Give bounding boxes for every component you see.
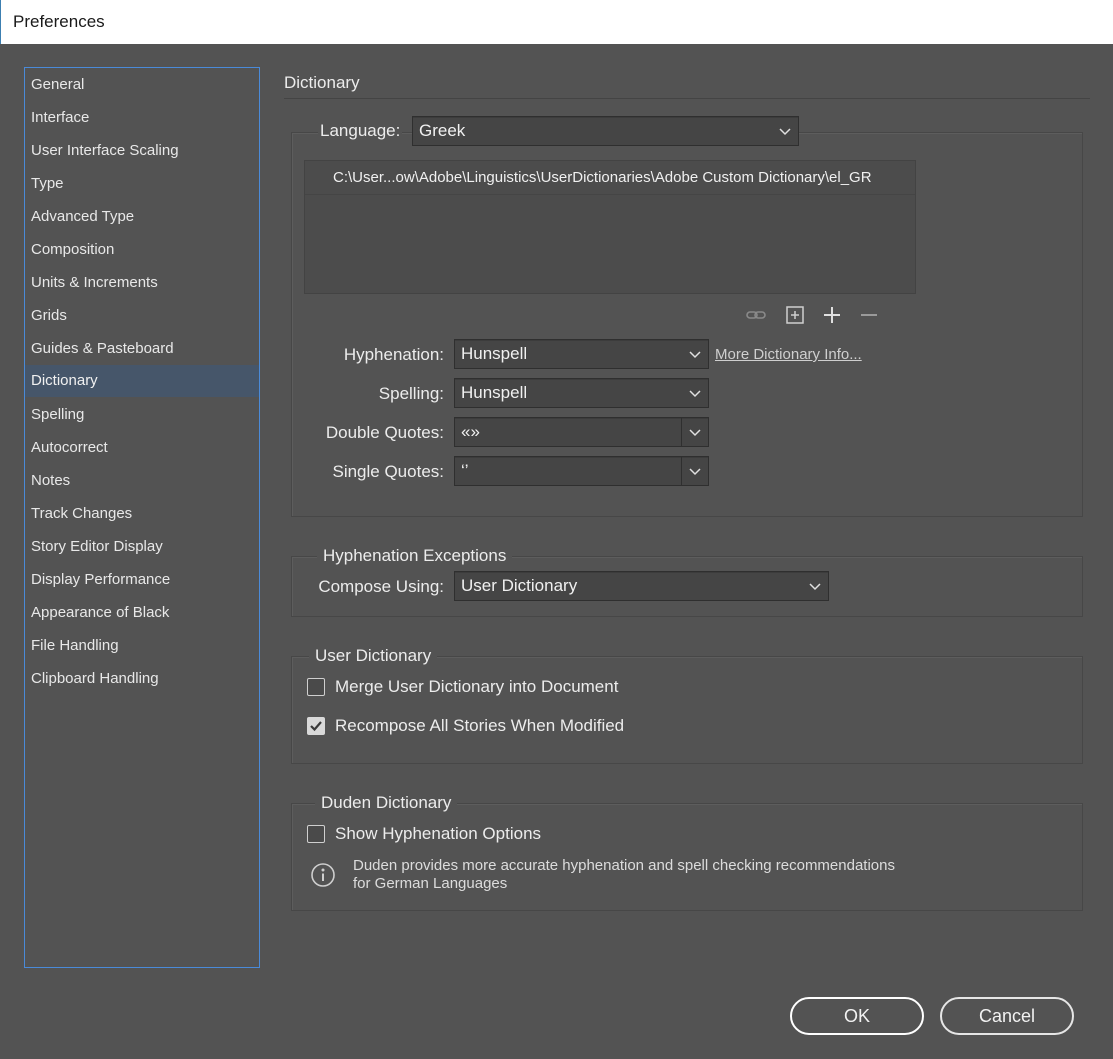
chevron-down-icon	[779, 128, 791, 136]
sidebar-item-autocorrect[interactable]: Autocorrect	[25, 432, 259, 464]
language-value: Greek	[419, 121, 466, 140]
sidebar-item-units-increments[interactable]: Units & Increments	[25, 267, 259, 299]
chevron-down-icon	[689, 390, 701, 398]
cancel-button[interactable]: Cancel	[940, 997, 1074, 1035]
single-quotes-combobox[interactable]: ‘’	[454, 456, 709, 486]
more-dictionary-info-link[interactable]: More Dictionary Info...	[715, 346, 862, 363]
sidebar-item-appearance-of-black[interactable]: Appearance of Black	[25, 597, 259, 629]
combobox-divider	[681, 457, 682, 485]
sidebar-item-file-handling[interactable]: File Handling	[25, 630, 259, 662]
spelling-dropdown[interactable]: Hunspell	[454, 378, 709, 408]
show-hyphenation-options-checkbox[interactable]	[307, 825, 325, 843]
hyphenation-exceptions-heading: Hyphenation Exceptions	[317, 546, 513, 566]
sidebar-item-interface[interactable]: Interface	[25, 102, 259, 134]
hyphenation-dropdown[interactable]: Hunspell	[454, 339, 709, 369]
double-quotes-label: Double Quotes:	[325, 423, 444, 442]
title-bar: Preferences	[0, 0, 1113, 44]
chevron-down-icon	[809, 583, 821, 591]
user-dictionary-group	[291, 656, 1083, 764]
preferences-sidebar: General Interface User Interface Scaling…	[24, 67, 260, 968]
sidebar-item-track-changes[interactable]: Track Changes	[25, 498, 259, 530]
sidebar-item-clipboard-handling[interactable]: Clipboard Handling	[25, 663, 259, 695]
sidebar-item-spelling[interactable]: Spelling	[25, 399, 259, 431]
spelling-value: Hunspell	[461, 383, 528, 402]
checkmark-icon	[310, 721, 322, 732]
sidebar-item-grids[interactable]: Grids	[25, 300, 259, 332]
compose-using-dropdown[interactable]: User Dictionary	[454, 571, 829, 601]
ok-button[interactable]: OK	[790, 997, 924, 1035]
spelling-label: Spelling:	[378, 384, 444, 403]
heading-divider	[284, 98, 1090, 99]
duden-info-line-2: for German Languages	[353, 875, 508, 892]
link-icon[interactable]	[745, 304, 767, 326]
hyphenation-label: Hyphenation:	[343, 345, 444, 364]
sidebar-item-notes[interactable]: Notes	[25, 465, 259, 497]
single-quotes-label: Single Quotes:	[332, 462, 444, 481]
sidebar-item-story-editor-display[interactable]: Story Editor Display	[25, 531, 259, 563]
info-icon	[311, 863, 335, 887]
combobox-divider	[681, 418, 682, 446]
new-dictionary-icon[interactable]	[784, 304, 806, 326]
hyphenation-value: Hunspell	[461, 344, 528, 363]
double-quotes-value: «»	[461, 422, 480, 441]
language-dropdown[interactable]: Greek	[412, 116, 799, 146]
remove-icon[interactable]	[858, 304, 880, 326]
dictionary-list[interactable]: C:\User...ow\Adobe\Linguistics\UserDicti…	[304, 160, 916, 294]
sidebar-item-dictionary[interactable]: Dictionary	[25, 365, 259, 397]
duden-info-text: Duden provides more accurate hyphenation…	[353, 857, 953, 893]
sidebar-item-type[interactable]: Type	[25, 168, 259, 200]
merge-user-dictionary-checkbox[interactable]	[307, 678, 325, 696]
list-item[interactable]: C:\User...ow\Adobe\Linguistics\UserDicti…	[305, 161, 915, 195]
sidebar-item-general[interactable]: General	[25, 69, 259, 101]
page-title: Dictionary	[284, 73, 360, 92]
recompose-stories-checkbox[interactable]	[307, 717, 325, 735]
language-label: Language:	[318, 121, 403, 141]
chevron-down-icon	[689, 351, 701, 359]
sidebar-item-user-interface-scaling[interactable]: User Interface Scaling	[25, 135, 259, 167]
sidebar-item-advanced-type[interactable]: Advanced Type	[25, 201, 259, 233]
user-dictionary-heading: User Dictionary	[309, 646, 438, 666]
compose-using-value: User Dictionary	[461, 576, 578, 595]
compose-using-label: Compose Using:	[318, 577, 444, 596]
add-icon[interactable]	[821, 304, 843, 326]
double-quotes-combobox[interactable]: «»	[454, 417, 709, 447]
single-quotes-value: ‘’	[461, 461, 469, 480]
chevron-down-icon	[689, 429, 701, 437]
merge-user-dictionary-label[interactable]: Merge User Dictionary into Document	[335, 677, 618, 697]
sidebar-item-composition[interactable]: Composition	[25, 234, 259, 266]
chevron-down-icon	[689, 468, 701, 476]
duden-dictionary-heading: Duden Dictionary	[315, 793, 458, 813]
recompose-stories-label[interactable]: Recompose All Stories When Modified	[335, 716, 624, 736]
sidebar-item-guides-pasteboard[interactable]: Guides & Pasteboard	[25, 333, 259, 365]
sidebar-item-display-performance[interactable]: Display Performance	[25, 564, 259, 596]
window-title: Preferences	[13, 12, 105, 31]
show-hyphenation-options-label[interactable]: Show Hyphenation Options	[335, 824, 541, 844]
duden-info-line-1: Duden provides more accurate hyphenation…	[353, 857, 895, 874]
